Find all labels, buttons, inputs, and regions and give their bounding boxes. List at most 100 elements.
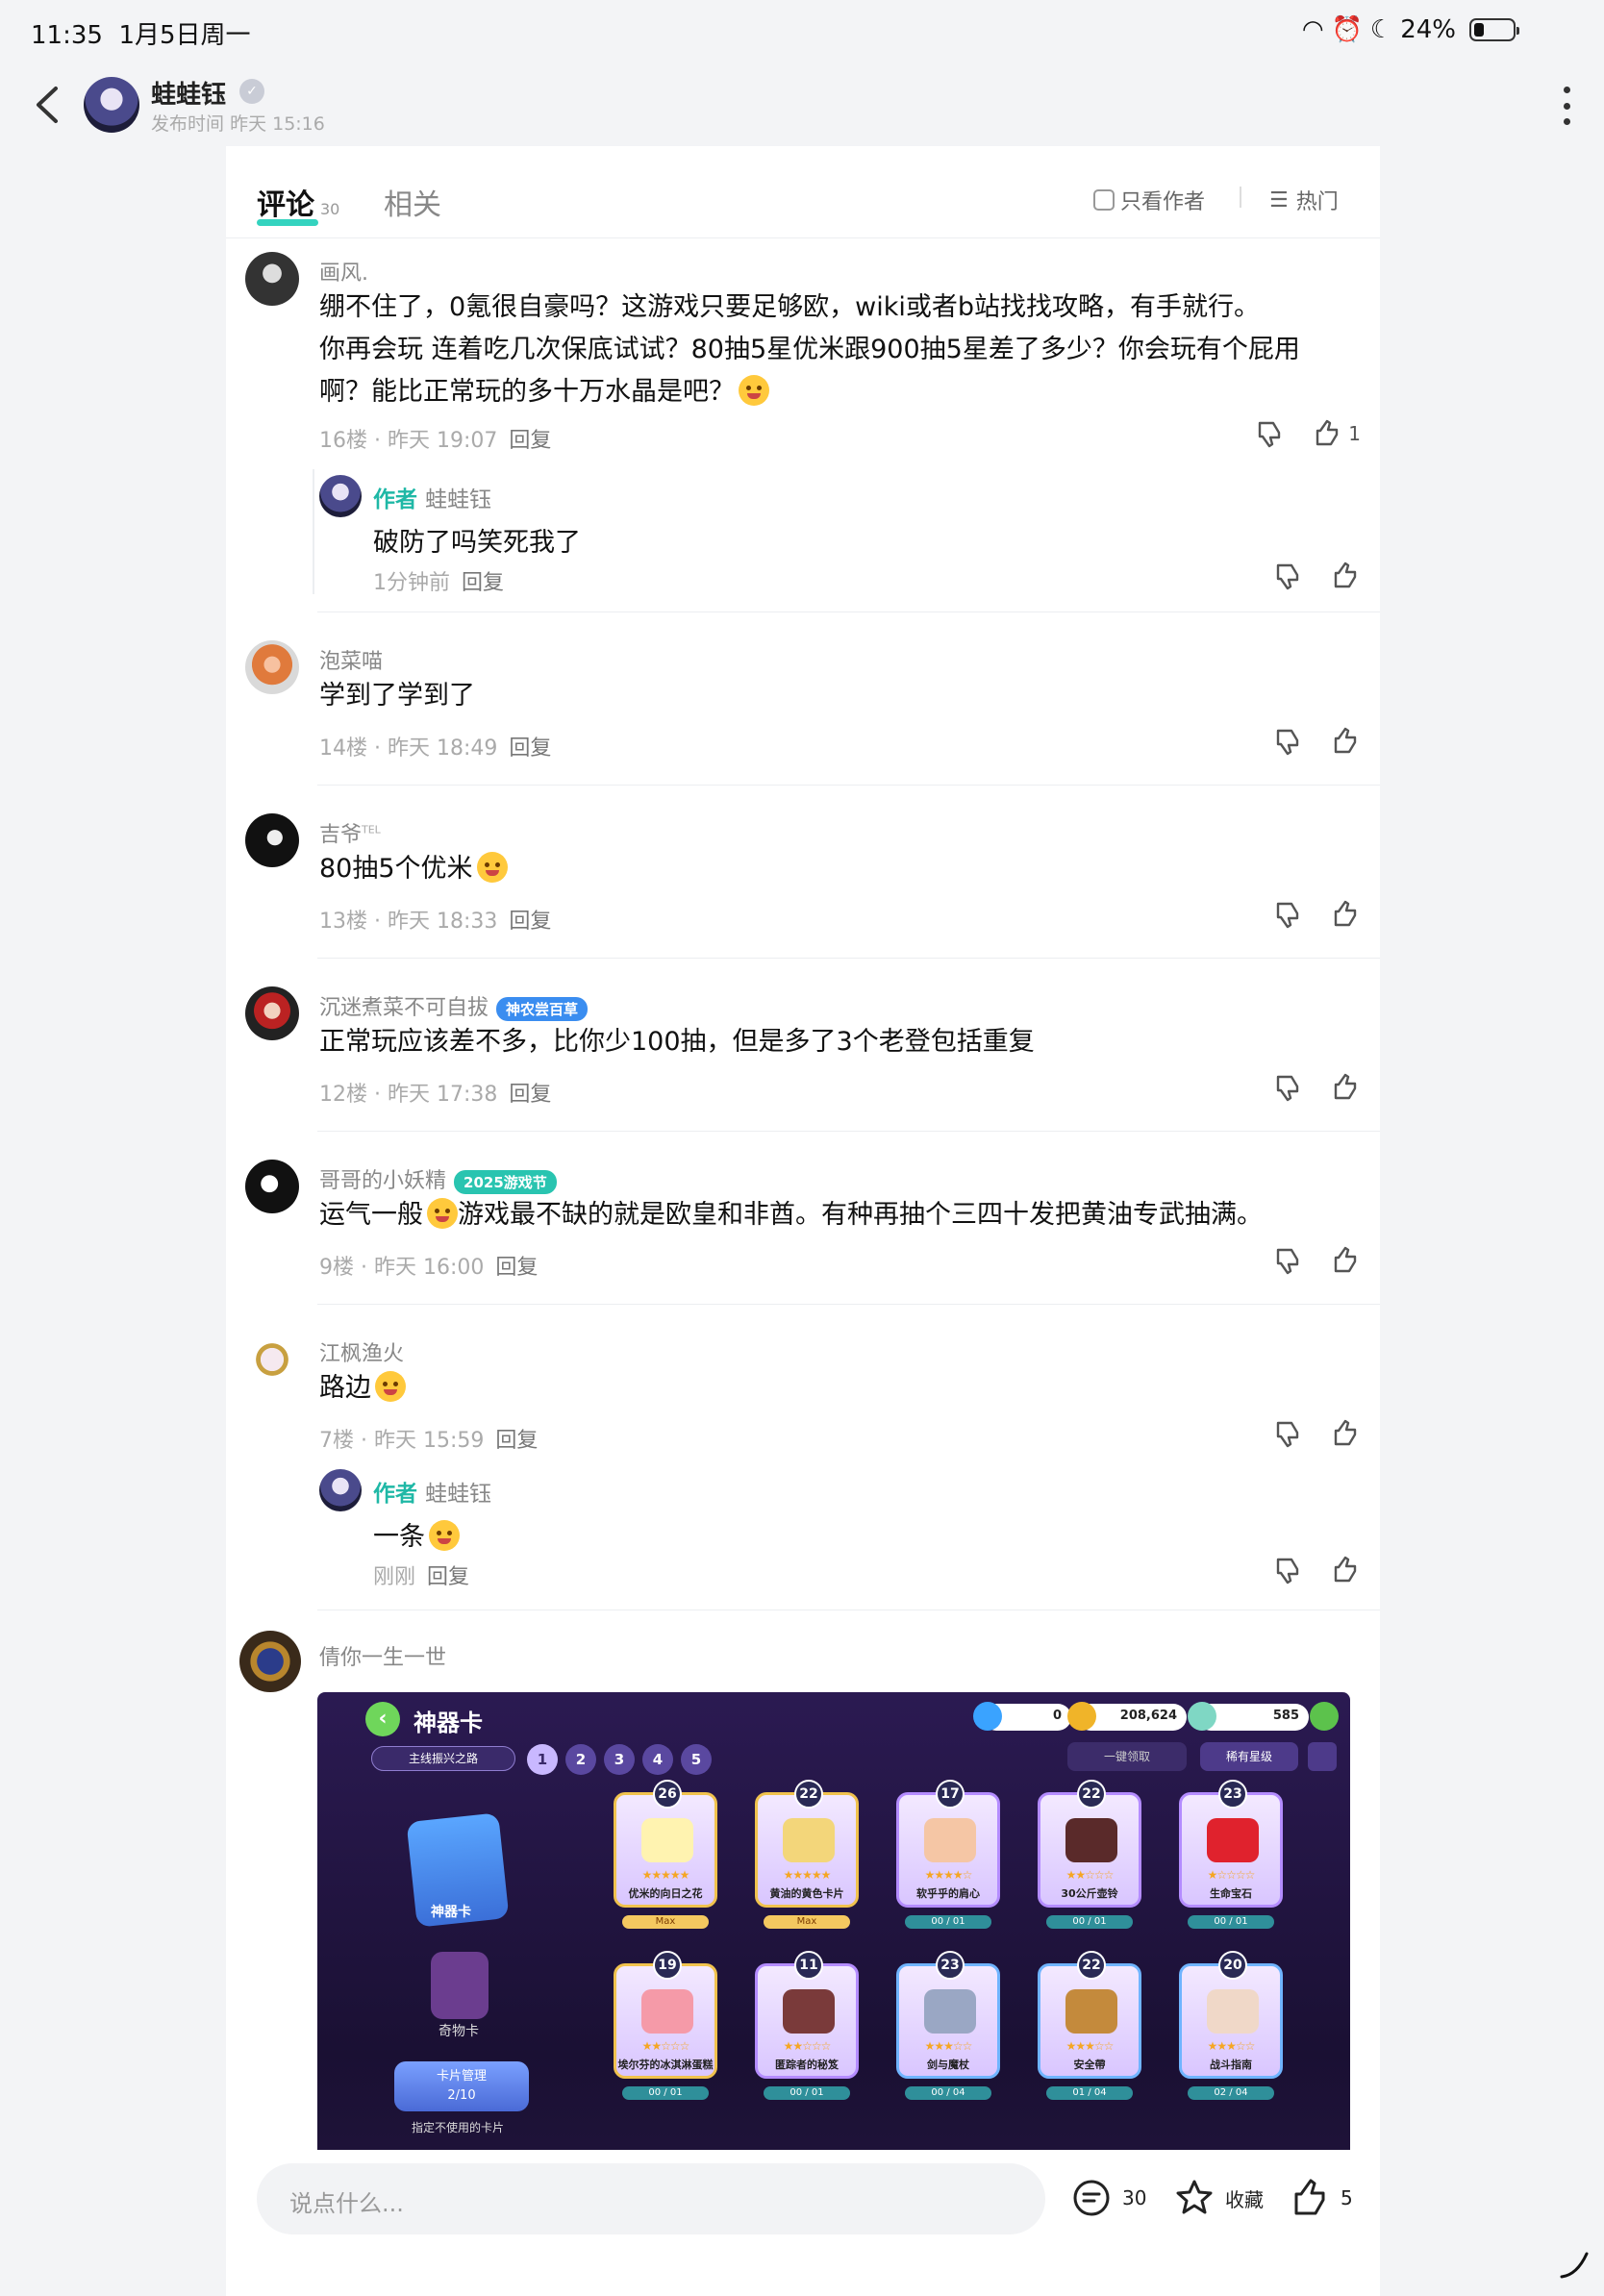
like-button[interactable]: [1328, 725, 1361, 758]
avatar[interactable]: [239, 1631, 301, 1692]
reply-button[interactable]: 回复: [509, 1083, 551, 1107]
comment-meta: 13楼 · 昨天 18:33 回复: [319, 910, 552, 934]
author-avatar[interactable]: [84, 77, 139, 133]
like-count: 1: [1348, 422, 1361, 445]
comment-actions: 1: [1252, 417, 1361, 450]
game-card-progress: Max: [764, 1915, 850, 1929]
grin-emoji-icon: [375, 1370, 406, 1402]
like-post-button[interactable]: 5: [1289, 2177, 1353, 2219]
more-options-icon[interactable]: [1560, 87, 1573, 125]
thumbs-up-icon: [1334, 1246, 1357, 1273]
dislike-button[interactable]: [1270, 898, 1303, 931]
reply-button[interactable]: 回复: [427, 1565, 469, 1589]
cake-icon: [641, 1989, 693, 2034]
comment-username[interactable]: 哥哥的小妖精 2025游戏节: [319, 1163, 557, 1194]
moon-icon: ☾: [1369, 15, 1393, 44]
reply-button[interactable]: 回复: [462, 571, 504, 595]
dislike-button[interactable]: [1252, 417, 1285, 450]
avatar[interactable]: [245, 1160, 299, 1213]
comment-item: 倩你一生一世: [239, 1631, 1370, 1692]
game-filter-icon: [1308, 1742, 1337, 1771]
comment-username[interactable]: 泡菜喵: [319, 644, 383, 675]
comment-username[interactable]: 画风.: [319, 256, 368, 287]
sort-hot-button[interactable]: ☰ 热门: [1269, 185, 1339, 215]
like-button[interactable]: [1328, 1554, 1361, 1586]
game-card-manage: 卡片管理 2/10: [394, 2061, 529, 2111]
like-button[interactable]: [1328, 1071, 1361, 1104]
comment-username[interactable]: 江枫渔火: [319, 1336, 404, 1367]
comment-item: 吉爷TEL 80抽5个优米 13楼 · 昨天 18:33 回复: [245, 813, 1370, 938]
dislike-button[interactable]: [1270, 1071, 1303, 1104]
avatar[interactable]: [245, 813, 299, 867]
reply-button[interactable]: 回复: [495, 1256, 538, 1280]
reply-actions: [1270, 560, 1361, 592]
medal-badge: 2025游戏节: [454, 1169, 557, 1194]
comment-username[interactable]: 倩你一生一世: [319, 1640, 446, 1671]
comment-meta: 12楼 · 昨天 17:38 回复: [319, 1083, 552, 1107]
flower-icon: [641, 1818, 693, 1862]
curio-card-icon: [431, 1952, 489, 2019]
thumbs-up-icon: [1316, 419, 1339, 446]
avatar[interactable]: [319, 475, 362, 517]
hand-icon: [924, 1818, 976, 1862]
bottom-action-bar: 说点什么... 30 收藏 5: [226, 2150, 1380, 2296]
comment-bubble-icon: [1073, 2180, 1110, 2216]
reply-username[interactable]: 作者 蛙蛙钰: [373, 481, 491, 513]
game-sort: 稀有星级: [1200, 1742, 1298, 1771]
tab-related[interactable]: 相关: [384, 181, 441, 223]
book-icon: [783, 1989, 835, 2034]
avatar[interactable]: [319, 1469, 362, 1511]
reply-username[interactable]: 作者 蛙蛙钰: [373, 1475, 491, 1508]
reply-button[interactable]: 回复: [509, 429, 551, 453]
avatar[interactable]: [245, 252, 299, 306]
reply-button[interactable]: 回复: [509, 910, 551, 934]
game-card: 26 ★★★★★ 优米的向日之花: [614, 1780, 717, 1908]
avatar[interactable]: [245, 640, 299, 694]
dislike-button[interactable]: [1270, 560, 1303, 592]
comment-text: 运气一般 游戏最不缺的就是欧皇和非酋。有种再抽个三四十发把黄油专武抽满。: [319, 1194, 1348, 1236]
dislike-button[interactable]: [1270, 1554, 1303, 1586]
dislike-button[interactable]: [1270, 1417, 1303, 1450]
comments-button[interactable]: 30: [1070, 2177, 1146, 2219]
cookie-emoji-icon: [427, 1197, 458, 1229]
comment-meta: 16楼 · 昨天 19:07 回复: [319, 429, 552, 453]
game-card-progress: 00 / 01: [1046, 1915, 1133, 1929]
like-button[interactable]: [1328, 560, 1361, 592]
reply-button[interactable]: 回复: [495, 1429, 538, 1453]
dislike-button[interactable]: [1270, 1244, 1303, 1277]
publish-time: 发布时间 昨天 15:16: [151, 113, 325, 135]
avatar[interactable]: [245, 1333, 299, 1386]
game-page-tab: 1: [527, 1744, 558, 1775]
author-name[interactable]: 蛙蛙钰: [151, 75, 226, 111]
tab-comments[interactable]: 评论 30: [257, 181, 339, 223]
divider: [317, 1131, 1380, 1132]
like-button[interactable]: [1328, 898, 1361, 931]
avatar[interactable]: [245, 986, 299, 1040]
dislike-button[interactable]: [1270, 725, 1303, 758]
belt-icon: [1065, 1989, 1117, 2034]
like-button[interactable]: [1328, 1244, 1361, 1277]
reply-button[interactable]: 回复: [509, 736, 551, 761]
back-icon[interactable]: [29, 81, 67, 129]
game-card: 23 ★☆☆☆☆ 生命宝石: [1179, 1780, 1283, 1908]
game-card: 19 ★★☆☆☆ 埃尔芬的冰淇淋蛋糕: [614, 1951, 717, 2079]
game-card: 20 ★★★☆☆ 战斗指南: [1179, 1951, 1283, 2079]
comment-username[interactable]: 沉迷煮菜不可自拔 神农尝百草: [319, 990, 589, 1021]
comment-input[interactable]: 说点什么...: [257, 2163, 1045, 2234]
comment-username[interactable]: 吉爷TEL: [319, 817, 381, 848]
thumbs-up-icon: [1334, 900, 1357, 927]
thumbs-down-icon: [1276, 1075, 1299, 1102]
divider: [317, 611, 1380, 612]
paw-card-icon: [783, 1818, 835, 1862]
like-button[interactable]: 1: [1310, 417, 1361, 450]
favorite-button[interactable]: 收藏: [1173, 2177, 1264, 2219]
only-author-toggle[interactable]: 只看作者: [1093, 185, 1205, 215]
guide-book-icon: [1207, 1989, 1259, 2034]
active-tab-indicator: [257, 219, 318, 226]
thumbs-up-icon: [1334, 562, 1357, 588]
comment-meta: 14楼 · 昨天 18:49 回复: [319, 736, 552, 761]
alarm-icon: ⏰: [1331, 15, 1363, 44]
thumbs-up-icon: [1334, 727, 1357, 754]
like-button[interactable]: [1328, 1417, 1361, 1450]
reply-actions: [1270, 1554, 1361, 1586]
